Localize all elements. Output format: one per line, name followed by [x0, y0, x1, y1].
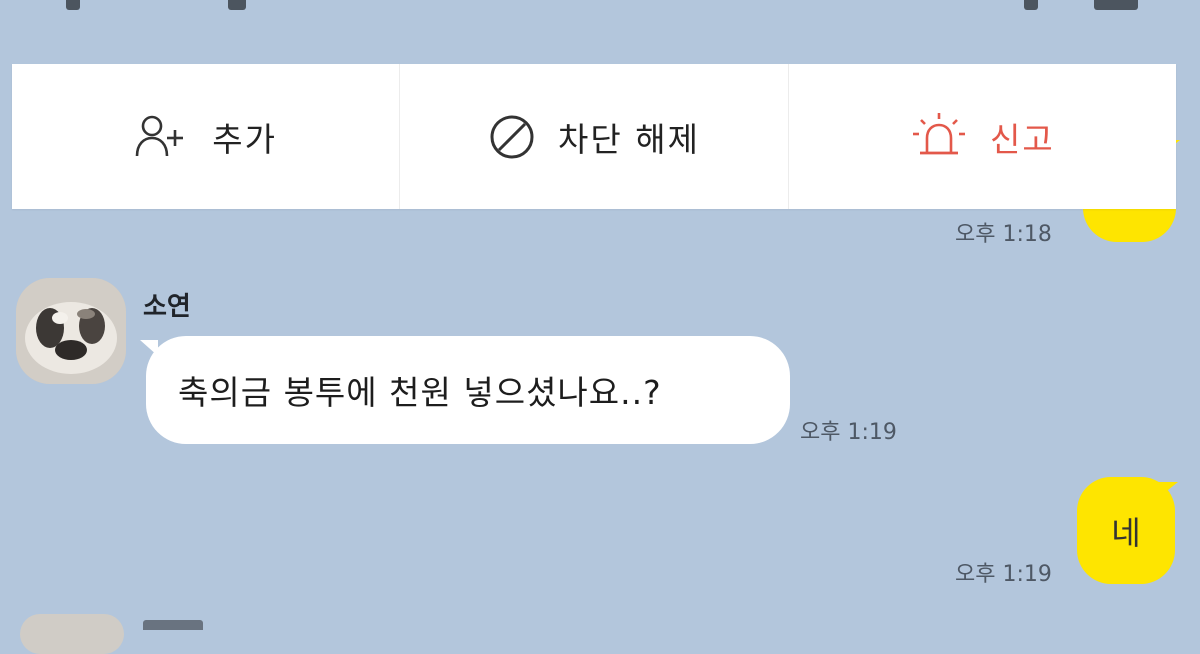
add-friend-label: 추가 — [212, 119, 278, 159]
other-message-bubble[interactable]: 축의금 봉투에 천원 넣으셨나요..? — [146, 336, 790, 444]
avatar[interactable] — [20, 614, 124, 654]
other-message-text: 축의금 봉투에 천원 넣으셨나요..? — [178, 373, 662, 412]
message-time: 오후 1:19 — [955, 562, 1052, 587]
siren-icon — [910, 112, 968, 162]
bubble-tail — [1158, 482, 1178, 498]
menu-icon[interactable] — [1094, 0, 1138, 10]
avatar-image — [16, 278, 126, 384]
message-time: 오후 1:18 — [955, 222, 1052, 247]
back-button[interactable] — [66, 0, 80, 10]
my-message-text: 네 — [1111, 513, 1141, 552]
sender-name-fragment — [143, 620, 203, 630]
add-friend-button[interactable]: 추가 — [12, 64, 399, 209]
unblock-button[interactable]: 차단 해제 — [399, 64, 787, 209]
search-icon[interactable] — [1024, 0, 1038, 10]
avatar[interactable] — [16, 278, 126, 384]
report-button[interactable]: 신고 — [787, 64, 1176, 209]
chat-title-fragment — [228, 0, 246, 10]
unblock-label: 차단 해제 — [558, 119, 700, 159]
friend-action-bar: 추가 차단 해제 신고 — [12, 64, 1176, 209]
block-icon — [488, 113, 536, 161]
report-label: 신고 — [989, 119, 1055, 159]
add-person-icon — [134, 112, 190, 162]
sender-name: 소연 — [143, 292, 191, 322]
message-time: 오후 1:19 — [800, 420, 897, 445]
